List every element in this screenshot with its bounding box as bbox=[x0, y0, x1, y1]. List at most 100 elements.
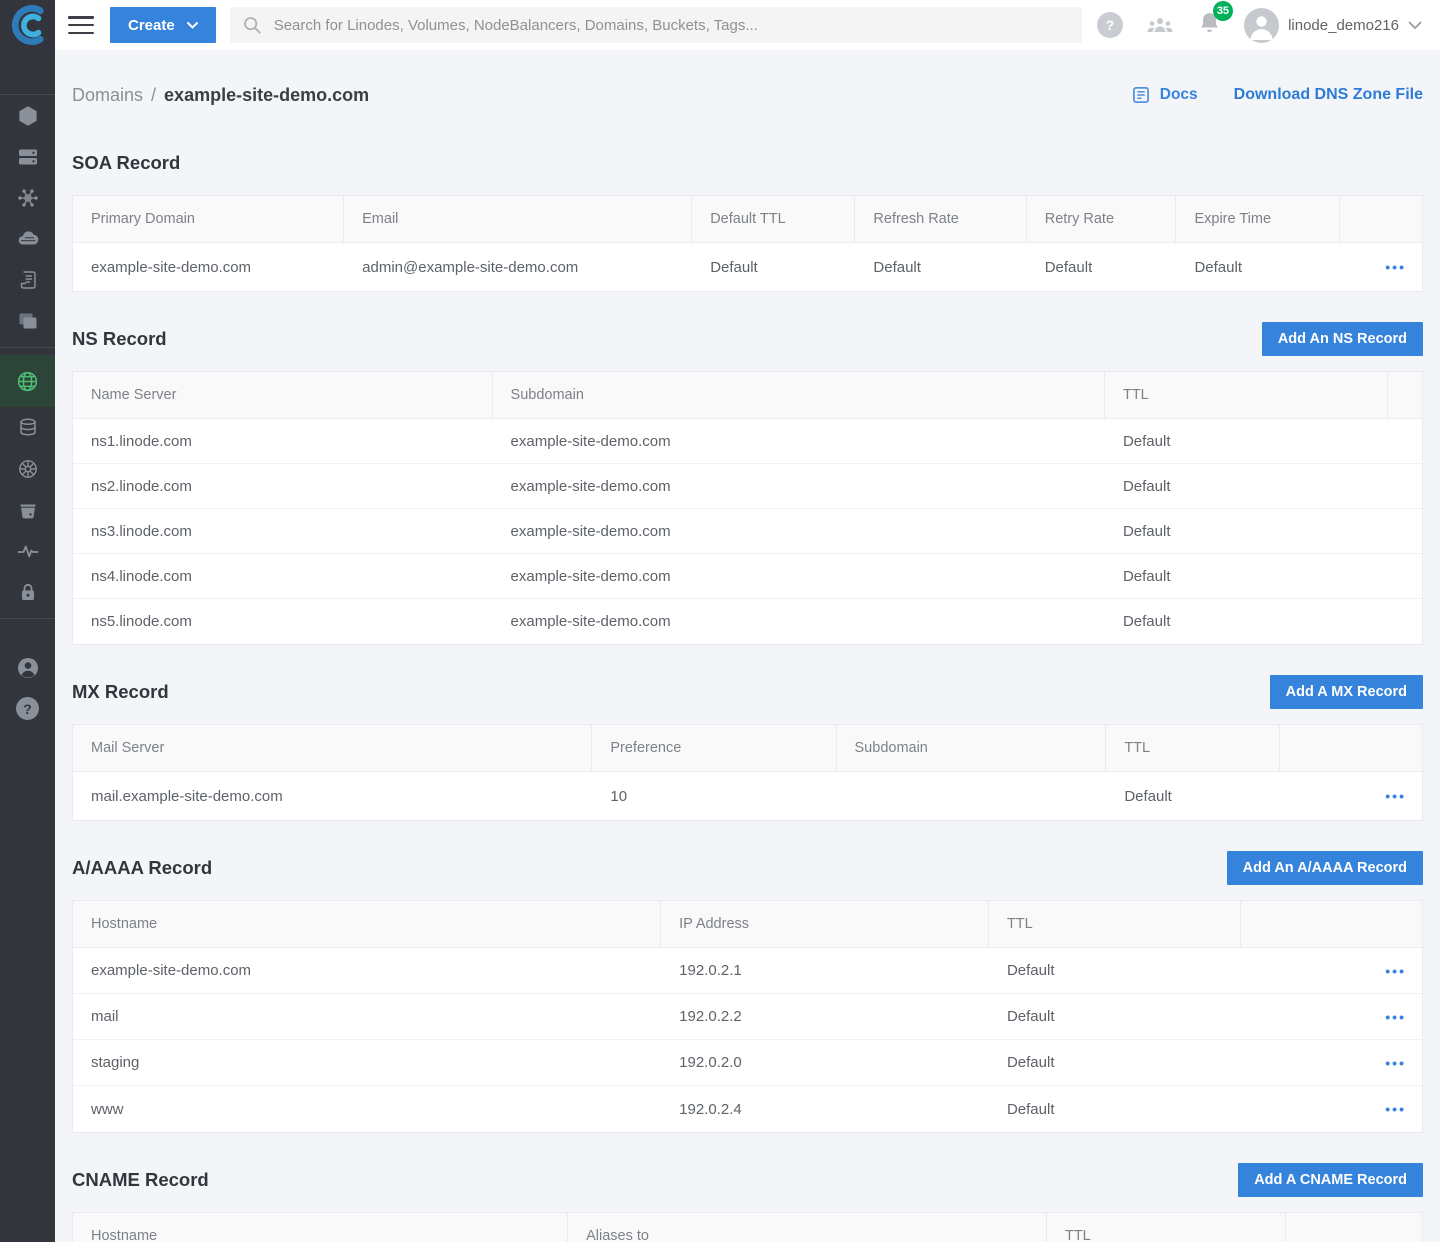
row-actions-button[interactable]: ••• bbox=[1383, 255, 1408, 279]
table-cell: ns5.linode.com bbox=[73, 599, 493, 644]
sidebar-item-managed[interactable] bbox=[0, 571, 55, 612]
column-header: TTL bbox=[1105, 372, 1388, 419]
row-actions-button[interactable]: ••• bbox=[1383, 784, 1408, 808]
user-menu-button[interactable]: linode_demo216 bbox=[1244, 8, 1422, 43]
table-cell: 10 bbox=[592, 772, 836, 820]
cname-record-section: CNAME Record Add A CNAME Record Hostname… bbox=[72, 1163, 1423, 1242]
linode-logo[interactable] bbox=[0, 0, 55, 50]
table-cell: Default bbox=[989, 1086, 1241, 1132]
topbar-right: ? bbox=[1097, 8, 1422, 43]
firewall-cloud-icon bbox=[16, 227, 40, 251]
column-header: Subdomain bbox=[493, 372, 1105, 419]
table-header-row: Name ServerSubdomainTTL bbox=[73, 372, 1422, 419]
databases-icon bbox=[16, 416, 40, 440]
sidebar-item-volumes[interactable] bbox=[0, 136, 55, 177]
object-storage-bucket-icon bbox=[16, 498, 40, 522]
column-header: Name Server bbox=[73, 372, 493, 419]
sidebar-item-help[interactable]: ? bbox=[0, 688, 55, 729]
table-cell: 192.0.2.2 bbox=[661, 994, 989, 1040]
actions-cell bbox=[1388, 554, 1422, 599]
mx-record-table: Mail ServerPreferenceSubdomainTTLmail.ex… bbox=[72, 724, 1423, 821]
breadcrumb-domains-link[interactable]: Domains bbox=[72, 85, 143, 106]
community-people-icon bbox=[1145, 13, 1175, 37]
actions-cell bbox=[1388, 599, 1422, 644]
sidebar-item-object-storage[interactable] bbox=[0, 489, 55, 530]
table-cell: Default bbox=[855, 243, 1026, 291]
sidebar-item-longview[interactable] bbox=[0, 530, 55, 571]
add-cname-record-button[interactable]: Add A CNAME Record bbox=[1238, 1163, 1423, 1197]
row-actions-button[interactable]: ••• bbox=[1383, 1097, 1408, 1121]
table-header-row: Mail ServerPreferenceSubdomainTTL bbox=[73, 725, 1422, 772]
column-header-actions bbox=[1388, 372, 1422, 419]
sidebar-item-domains[interactable] bbox=[0, 355, 55, 407]
content: Domains / example-site-demo.com Docs bbox=[55, 50, 1440, 1242]
table-row: mail192.0.2.2Default••• bbox=[73, 994, 1422, 1040]
actions-cell: ••• bbox=[1241, 994, 1422, 1040]
table-cell: ns4.linode.com bbox=[73, 554, 493, 599]
linode-logo-icon bbox=[9, 4, 47, 46]
table-cell: example-site-demo.com bbox=[493, 554, 1105, 599]
nodebalancers-icon bbox=[16, 186, 40, 210]
domains-globe-icon bbox=[15, 369, 40, 394]
sidebar-item-databases[interactable] bbox=[0, 407, 55, 448]
sidebar-item-kubernetes[interactable] bbox=[0, 448, 55, 489]
create-button[interactable]: Create bbox=[110, 7, 216, 43]
help-button[interactable]: ? bbox=[1097, 12, 1123, 38]
sidebar-item-firewalls[interactable] bbox=[0, 218, 55, 259]
table-cell: 192.0.2.1 bbox=[661, 948, 989, 994]
table-cell: Default bbox=[1176, 243, 1339, 291]
table-cell: example-site-demo.com bbox=[493, 599, 1105, 644]
hamburger-menu-button[interactable] bbox=[68, 16, 94, 34]
ns-section-title: NS Record bbox=[72, 328, 167, 350]
download-dns-zone-file-link[interactable]: Download DNS Zone File bbox=[1234, 86, 1423, 104]
table-cell: admin@example-site-demo.com bbox=[344, 243, 692, 291]
table-cell: mail bbox=[73, 994, 661, 1040]
sidebar-item-linodes[interactable] bbox=[0, 95, 55, 136]
help-icon: ? bbox=[16, 697, 39, 720]
add-mx-record-button[interactable]: Add A MX Record bbox=[1270, 675, 1423, 709]
row-actions-button[interactable]: ••• bbox=[1383, 959, 1408, 983]
sidebar-item-stackscripts[interactable] bbox=[0, 259, 55, 300]
column-header: Aliases to bbox=[568, 1213, 1047, 1242]
actions-cell: ••• bbox=[1340, 243, 1422, 291]
cname-section-title: CNAME Record bbox=[72, 1169, 209, 1191]
table-cell: Default bbox=[1105, 599, 1388, 644]
column-header: Mail Server bbox=[73, 725, 592, 772]
soa-record-section: SOA Record Primary DomainEmailDefault TT… bbox=[72, 146, 1423, 292]
search-icon bbox=[242, 15, 262, 35]
docs-link-label: Docs bbox=[1160, 86, 1198, 104]
search-input[interactable] bbox=[272, 16, 1070, 35]
linodes-icon bbox=[16, 104, 40, 128]
table-cell: Default bbox=[989, 1040, 1241, 1086]
doc-links: Docs Download DNS Zone File bbox=[1131, 85, 1423, 105]
column-header-actions bbox=[1340, 196, 1422, 243]
docs-link[interactable]: Docs bbox=[1131, 85, 1198, 105]
community-button[interactable] bbox=[1145, 13, 1175, 37]
table-row: mail.example-site-demo.com10Default••• bbox=[73, 772, 1422, 820]
cname-record-table: HostnameAliases toTTL bbox=[72, 1212, 1423, 1242]
table-row: ns3.linode.comexample-site-demo.comDefau… bbox=[73, 509, 1422, 554]
sidebar-item-account[interactable] bbox=[0, 647, 55, 688]
table-row: ns1.linode.comexample-site-demo.comDefau… bbox=[73, 419, 1422, 464]
username-label: linode_demo216 bbox=[1288, 17, 1399, 34]
table-row: example-site-demo.com192.0.2.1Default••• bbox=[73, 948, 1422, 994]
actions-cell: ••• bbox=[1241, 1086, 1422, 1132]
column-header-actions bbox=[1241, 901, 1422, 948]
table-row: ns2.linode.comexample-site-demo.comDefau… bbox=[73, 464, 1422, 509]
add-a-aaaa-record-button[interactable]: Add An A/AAAA Record bbox=[1227, 851, 1423, 885]
chevron-down-icon bbox=[187, 22, 198, 29]
sidebar: ? bbox=[0, 0, 55, 1242]
sidebar-item-nodebalancers[interactable] bbox=[0, 177, 55, 218]
table-cell: ns3.linode.com bbox=[73, 509, 493, 554]
question-mark-icon: ? bbox=[1106, 17, 1115, 33]
actions-cell bbox=[1388, 464, 1422, 509]
row-actions-button[interactable]: ••• bbox=[1383, 1051, 1408, 1075]
global-search bbox=[230, 7, 1082, 43]
actions-cell: ••• bbox=[1241, 1040, 1422, 1086]
add-ns-record-button[interactable]: Add An NS Record bbox=[1262, 322, 1423, 356]
notifications-button[interactable]: 35 bbox=[1197, 10, 1222, 40]
column-header: Refresh Rate bbox=[855, 196, 1026, 243]
row-actions-button[interactable]: ••• bbox=[1383, 1005, 1408, 1029]
table-row: example-site-demo.comadmin@example-site-… bbox=[73, 243, 1422, 291]
sidebar-item-images[interactable] bbox=[0, 300, 55, 341]
